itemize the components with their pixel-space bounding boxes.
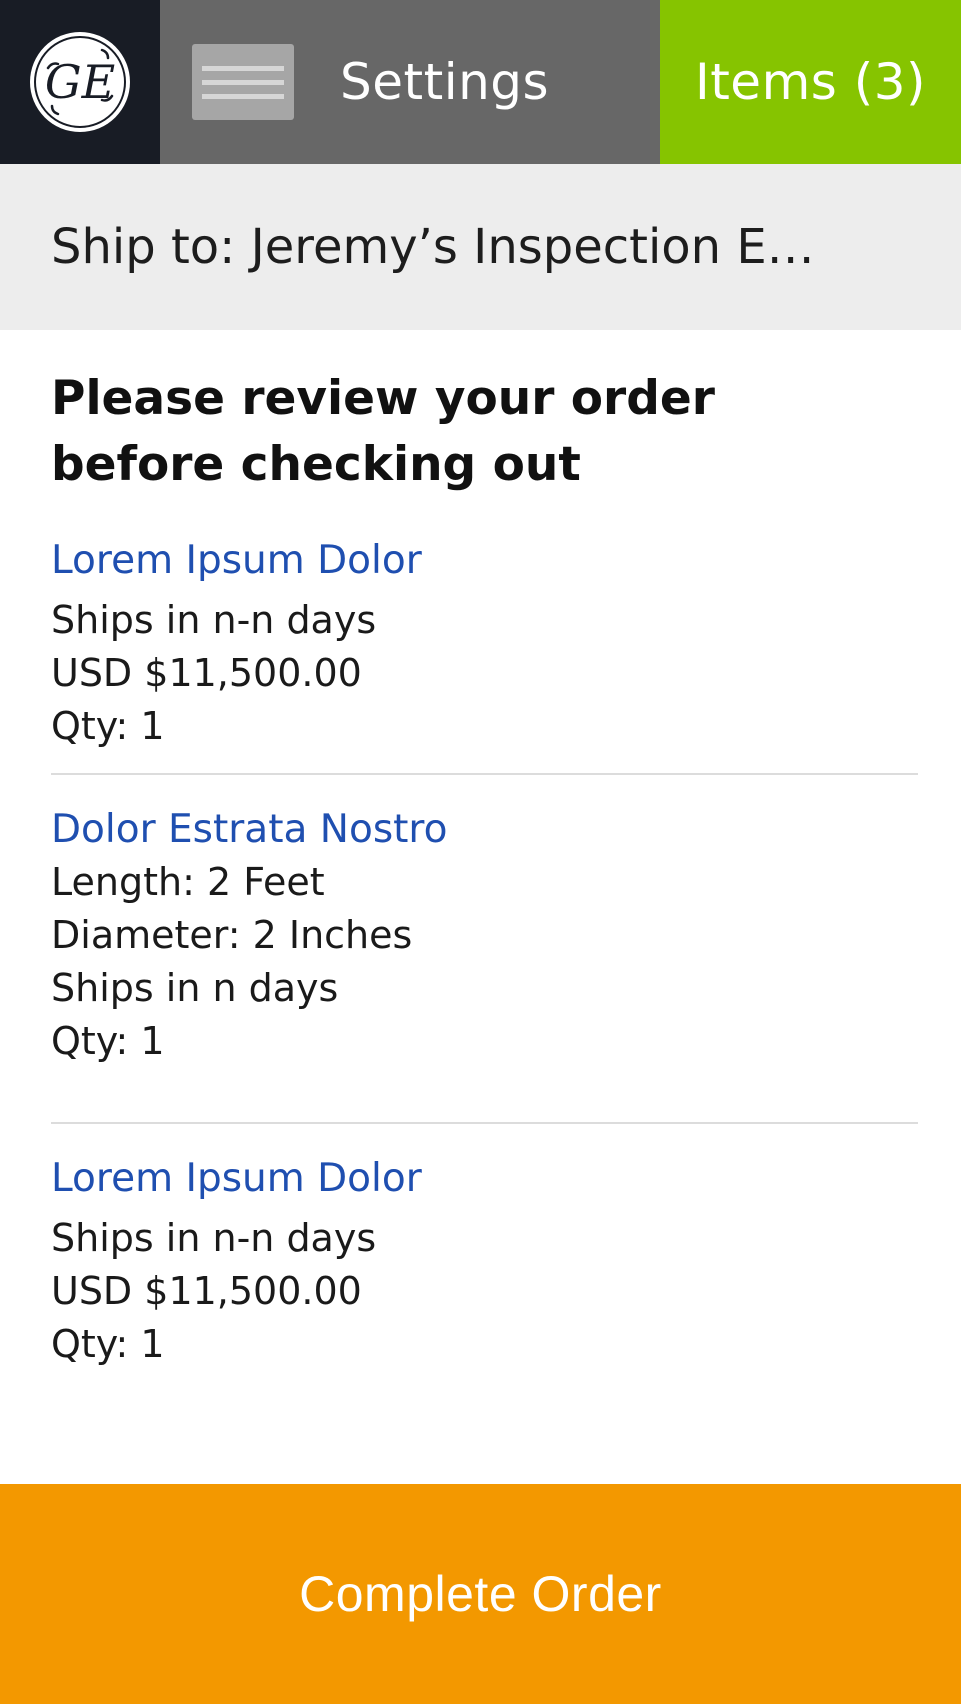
ship-time-text: Ships in n days	[51, 966, 339, 1010]
items-cart-button[interactable]: Items (3)	[660, 0, 961, 164]
order-item: Lorem Ipsum Dolor Ships in n-n days USD …	[51, 1152, 918, 1371]
ship-to-text: Ship to: Jeremy’s Inspection E…	[51, 219, 815, 275]
order-item-title-link[interactable]: Dolor Estrata Nostro	[51, 803, 918, 856]
quantity-text: Qty: 1	[51, 704, 165, 748]
price-text: USD $11,500.00	[51, 651, 362, 695]
top-bar: GE Settings Items (3)	[0, 0, 961, 164]
order-item-title-link[interactable]: Lorem Ipsum Dolor	[51, 534, 918, 587]
order-review-content: Please review your order before checking…	[51, 330, 918, 1371]
order-item: Dolor Estrata Nostro Length: 2 Feet Diam…	[51, 803, 918, 1124]
items-count-label: Items (3)	[694, 53, 927, 111]
settings-label: Settings	[340, 53, 550, 111]
diameter-text: Diameter: 2 Inches	[51, 913, 413, 957]
menu-bar-line	[202, 79, 284, 85]
quantity-text: Qty: 1	[51, 1019, 165, 1063]
ship-time-text: Ships in n-n days	[51, 598, 377, 642]
length-text: Length: 2 Feet	[51, 860, 325, 904]
quantity-text: Qty: 1	[51, 1322, 165, 1366]
hamburger-menu-icon[interactable]	[192, 44, 294, 120]
order-item: Lorem Ipsum Dolor Ships in n-n days USD …	[51, 534, 918, 775]
complete-order-button[interactable]: Complete Order	[0, 1484, 961, 1704]
app-root: GE Settings Items (3) Ship to: Jeremy’s …	[0, 0, 961, 1704]
price-text: USD $11,500.00	[51, 1269, 362, 1313]
ship-to-bar[interactable]: Ship to: Jeremy’s Inspection E…	[0, 164, 961, 330]
ge-monogram-logo-icon: GE	[30, 32, 130, 132]
ship-time-text: Ships in n-n days	[51, 1216, 377, 1260]
menu-bar-line	[202, 65, 284, 71]
settings-menu-button[interactable]: Settings	[160, 0, 660, 164]
review-heading: Please review your order before checking…	[51, 371, 715, 492]
logo-cell[interactable]: GE	[0, 0, 160, 164]
order-item-title-link[interactable]: Lorem Ipsum Dolor	[51, 1152, 918, 1205]
menu-bar-line	[202, 93, 284, 99]
complete-order-label: Complete Order	[299, 1566, 662, 1622]
